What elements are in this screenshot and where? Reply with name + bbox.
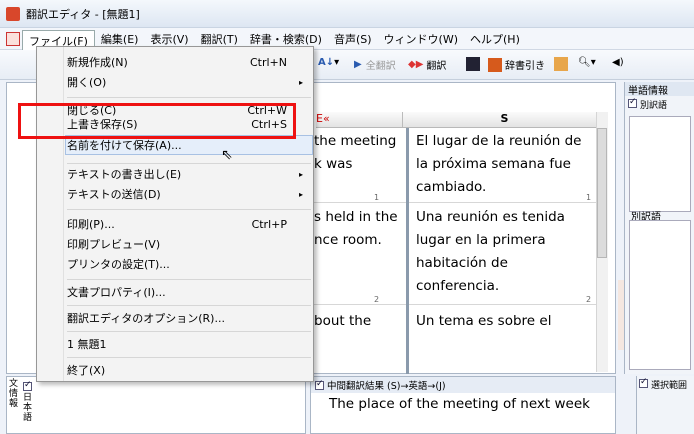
row-number: 1 xyxy=(586,193,592,202)
menu-separator xyxy=(67,331,311,332)
alt-word-list[interactable] xyxy=(629,220,691,370)
menu-audio[interactable]: 音声(S) xyxy=(328,29,378,49)
menu-item-open[interactable]: 開く(O) ▸ xyxy=(67,73,311,93)
menu-separator xyxy=(67,97,311,98)
dictionary-button[interactable]: 辞書引き xyxy=(488,57,545,72)
dict-tool-icon xyxy=(554,57,568,71)
menu-item-send-text[interactable]: テキストの送信(D) ▸ xyxy=(67,185,311,205)
intermediate-result-panel: 中間翻訳結果 (S)→英語→(J) The place of the meeti… xyxy=(310,376,616,434)
window-title: 翻訳エディタ - [無題1] xyxy=(26,7,140,21)
checkbox-icon xyxy=(23,380,32,391)
submenu-arrow-icon: ▸ xyxy=(298,190,303,199)
menu-separator xyxy=(67,305,311,306)
column-splitter[interactable] xyxy=(406,128,409,374)
translate-button[interactable]: ◆▶ 翻訳 xyxy=(408,57,446,72)
menu-item-new[interactable]: 新規作成(N) Ctrl+N xyxy=(67,53,311,73)
font-icon: A↓ xyxy=(318,57,335,68)
menu-item-print-preview[interactable]: 印刷プレビュー(V) xyxy=(67,235,311,255)
target-column-header[interactable]: S xyxy=(402,112,606,127)
sentence-info-panel: 文情報 日本語 xyxy=(6,376,306,434)
menu-item-printer-settings[interactable]: プリンタの設定(T)... xyxy=(67,255,311,275)
stop-icon xyxy=(466,57,480,71)
menu-separator xyxy=(67,279,311,280)
target-cell[interactable]: Una reunión es tenida lugar en la primer… xyxy=(416,206,596,298)
app-icon xyxy=(6,6,20,21)
menu-item-export-text[interactable]: テキストの書き出し(E) ▸ xyxy=(67,165,311,185)
intermediate-result-header[interactable]: 中間翻訳結果 (S)→英語→(J) xyxy=(311,377,615,393)
word-info-list[interactable] xyxy=(629,116,691,212)
menu-separator xyxy=(67,163,311,164)
menu-separator xyxy=(67,209,311,210)
row-number: 1 xyxy=(374,193,380,202)
translate-icon: ◆▶ xyxy=(408,59,424,70)
language-label: 日本語 xyxy=(23,393,33,423)
font-size-dropdown[interactable]: A↓ ▾ xyxy=(318,57,339,68)
menu-item-doc-properties[interactable]: 文書プロパティ(I)... xyxy=(67,283,311,303)
row-divider xyxy=(314,304,596,305)
document-icon[interactable] xyxy=(6,31,20,46)
submenu-arrow-icon: ▸ xyxy=(298,170,303,179)
globe-icon: 🔍︎▾ xyxy=(578,57,596,68)
sentence-info-label: 文情報 xyxy=(9,379,19,409)
dict-tool-button[interactable] xyxy=(554,57,571,71)
target-cell[interactable]: Un tema es sobre el xyxy=(416,310,596,333)
all-translate-button[interactable]: ▶ 全翻訳 xyxy=(354,57,396,72)
menu-gutter xyxy=(63,47,64,381)
menu-help[interactable]: ヘルプ(H) xyxy=(464,29,526,49)
menu-separator xyxy=(67,357,311,358)
play-icon: ▶ xyxy=(354,59,362,70)
source-cell[interactable]: s held in the nce room. xyxy=(314,206,406,252)
intermediate-result-text: The place of the meeting of next week xyxy=(329,396,590,412)
stop-button[interactable] xyxy=(466,57,483,71)
menu-item-exit[interactable]: 終了(X) xyxy=(67,361,311,381)
highlight-annotation-box xyxy=(18,103,296,139)
alt-word-checkbox[interactable]: 別訳語 xyxy=(625,96,694,113)
dictionary-icon xyxy=(488,57,502,72)
selection-checkbox[interactable]: 選択範囲 xyxy=(637,376,694,393)
selection-panel: 選択範囲 xyxy=(636,376,694,434)
checkbox-icon xyxy=(628,97,637,108)
column-header: E« S xyxy=(316,112,606,128)
row-number: 2 xyxy=(374,295,380,304)
word-info-panel: 単語情報 別訳語 別訳語 xyxy=(624,82,694,374)
checkbox-icon xyxy=(315,379,324,390)
source-cell[interactable]: the meeting k was xyxy=(314,130,406,176)
source-column-header[interactable]: E« xyxy=(316,112,402,127)
row-divider xyxy=(314,202,596,203)
menu-item-options[interactable]: 翻訳エディタのオプション(R)... xyxy=(67,309,311,329)
panel-title: 単語情報 xyxy=(625,82,694,97)
speaker-icon: ◀) xyxy=(612,57,624,68)
mouse-cursor-icon: ⇖ xyxy=(221,147,233,163)
file-menu: 新規作成(N) Ctrl+N 開く(O) ▸ 閉じる(C) Ctrl+W 上書き保存(… xyxy=(36,46,314,382)
title-bar: 翻訳エディタ - [無題1] xyxy=(0,0,694,28)
row-number: 2 xyxy=(586,295,592,304)
source-cell[interactable]: bout the xyxy=(314,310,406,333)
menu-item-print[interactable]: 印刷(P)... Ctrl+P xyxy=(67,215,311,235)
checkbox-icon xyxy=(639,377,648,388)
menu-item-recent-1[interactable]: 1 無題1 xyxy=(67,335,311,355)
audio-button[interactable]: ◀) xyxy=(612,57,624,68)
menu-window[interactable]: ウィンドウ(W) xyxy=(378,29,464,49)
submenu-arrow-icon: ▸ xyxy=(298,78,303,87)
target-cell[interactable]: El lugar de la reunión de la próxima sem… xyxy=(416,130,596,199)
search-dropdown[interactable]: 🔍︎▾ xyxy=(578,57,596,68)
scrollbar-thumb[interactable] xyxy=(597,128,607,258)
